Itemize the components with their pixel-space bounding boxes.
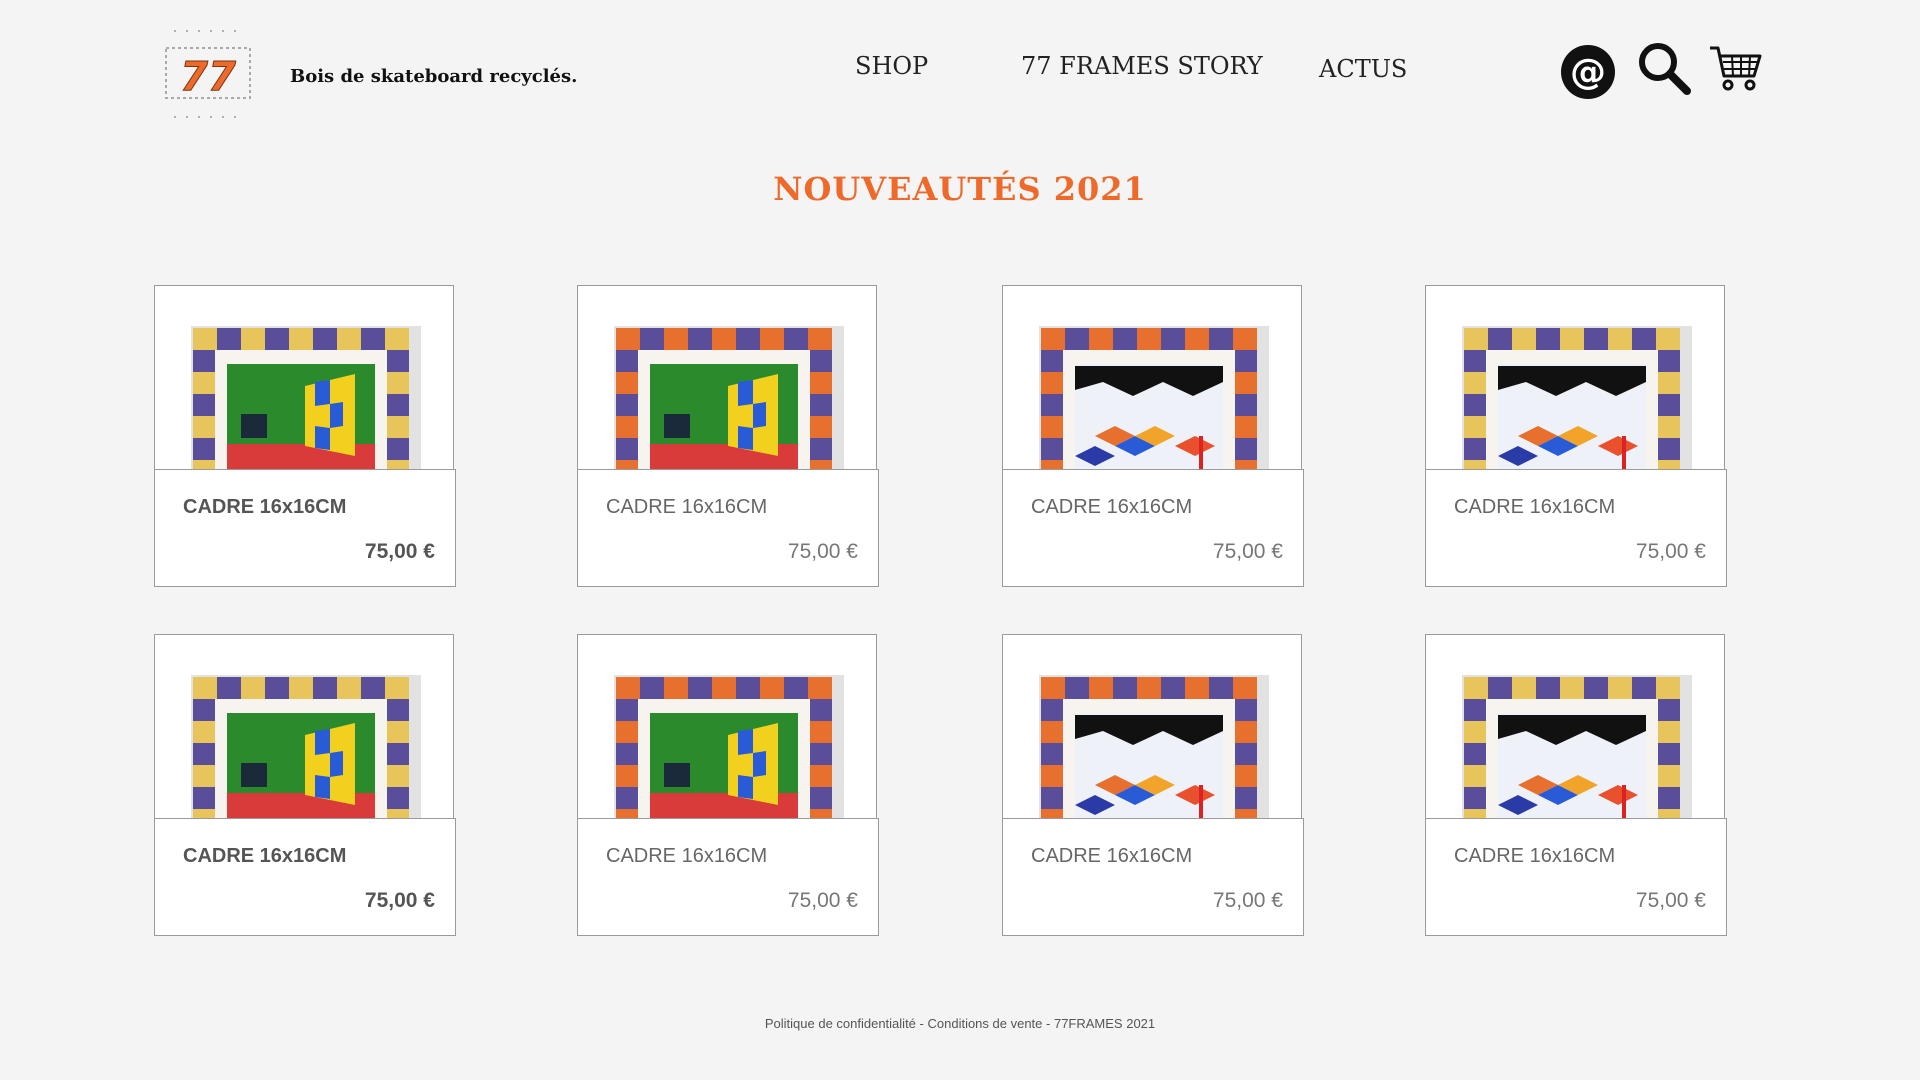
product-image[interactable] [1426,635,1724,818]
product-price: 75,00 € [364,889,435,912]
product-name: CADRE 16x16CM [1454,496,1616,518]
product-info: CADRE 16x16CM 75,00 € [577,469,879,587]
footer-separator: - [1042,1016,1054,1031]
product-image[interactable] [578,635,876,818]
product-card[interactable]: CADRE 16x16CM 75,00 € [1425,634,1727,936]
product-card[interactable]: CADRE 16x16CM 75,00 € [1002,634,1304,936]
product-name: CADRE 16x16CM [606,845,768,867]
product-info: CADRE 16x16CM 75,00 € [1002,469,1304,587]
product-price: 75,00 € [787,889,858,912]
product-image[interactable] [1003,286,1301,469]
cart-icon[interactable] [1708,44,1764,96]
product-info: CADRE 16x16CM 75,00 € [154,818,456,936]
section-title: NOUVEAUTÉS 2021 [773,170,1147,208]
terms-link[interactable]: Conditions de vente [927,1016,1042,1031]
product-price: 75,00 € [1635,889,1706,912]
product-image[interactable] [1426,286,1724,469]
logo[interactable]: 77 [163,28,253,120]
product-name: CADRE 16x16CM [1454,845,1616,867]
product-info: CADRE 16x16CM 75,00 € [1002,818,1304,936]
product-image[interactable] [155,635,453,818]
product-price: 75,00 € [1635,540,1706,563]
product-info: CADRE 16x16CM 75,00 € [1425,469,1727,587]
product-name: CADRE 16x16CM [606,496,768,518]
svg-text:@: @ [1570,52,1606,93]
product-name: CADRE 16x16CM [183,845,347,867]
product-image[interactable] [578,286,876,469]
product-image[interactable] [155,286,453,469]
logo-text: 77 [180,54,236,100]
copyright: 77FRAMES 2021 [1053,1016,1156,1031]
nav-actus[interactable]: ACTUS [1319,55,1407,83]
at-icon[interactable]: @ [1560,44,1616,104]
product-name: CADRE 16x16CM [1031,845,1193,867]
privacy-link[interactable]: Politique de confidentialité [765,1016,916,1031]
product-image[interactable] [1003,635,1301,818]
product-card[interactable]: CADRE 16x16CM 75,00 € [577,634,879,936]
product-price: 75,00 € [787,540,858,563]
product-name: CADRE 16x16CM [183,496,347,518]
footer-separator: - [915,1016,928,1031]
product-card[interactable]: CADRE 16x16CM 75,00 € [154,634,456,936]
product-info: CADRE 16x16CM 75,00 € [154,469,456,587]
site-header: 77 Bois de skateboard recyclés. SHOP 77 … [0,0,1920,140]
product-card[interactable]: CADRE 16x16CM 75,00 € [1425,285,1727,587]
footer: Politique de confidentialité - Condition… [0,1016,1920,1031]
nav-shop[interactable]: SHOP [855,52,928,80]
product-info: CADRE 16x16CM 75,00 € [577,818,879,936]
nav-77-frames-story[interactable]: 77 FRAMES STORY [1021,52,1263,80]
product-card[interactable]: CADRE 16x16CM 75,00 € [154,285,456,587]
product-card[interactable]: CADRE 16x16CM 75,00 € [1002,285,1304,587]
product-card[interactable]: CADRE 16x16CM 75,00 € [577,285,879,587]
product-price: 75,00 € [1212,540,1283,563]
product-name: CADRE 16x16CM [1031,496,1193,518]
tagline: Bois de skateboard recyclés. [290,66,578,87]
product-price: 75,00 € [1212,889,1283,912]
product-info: CADRE 16x16CM 75,00 € [1425,818,1727,936]
search-icon[interactable] [1636,40,1692,100]
product-price: 75,00 € [364,540,435,563]
